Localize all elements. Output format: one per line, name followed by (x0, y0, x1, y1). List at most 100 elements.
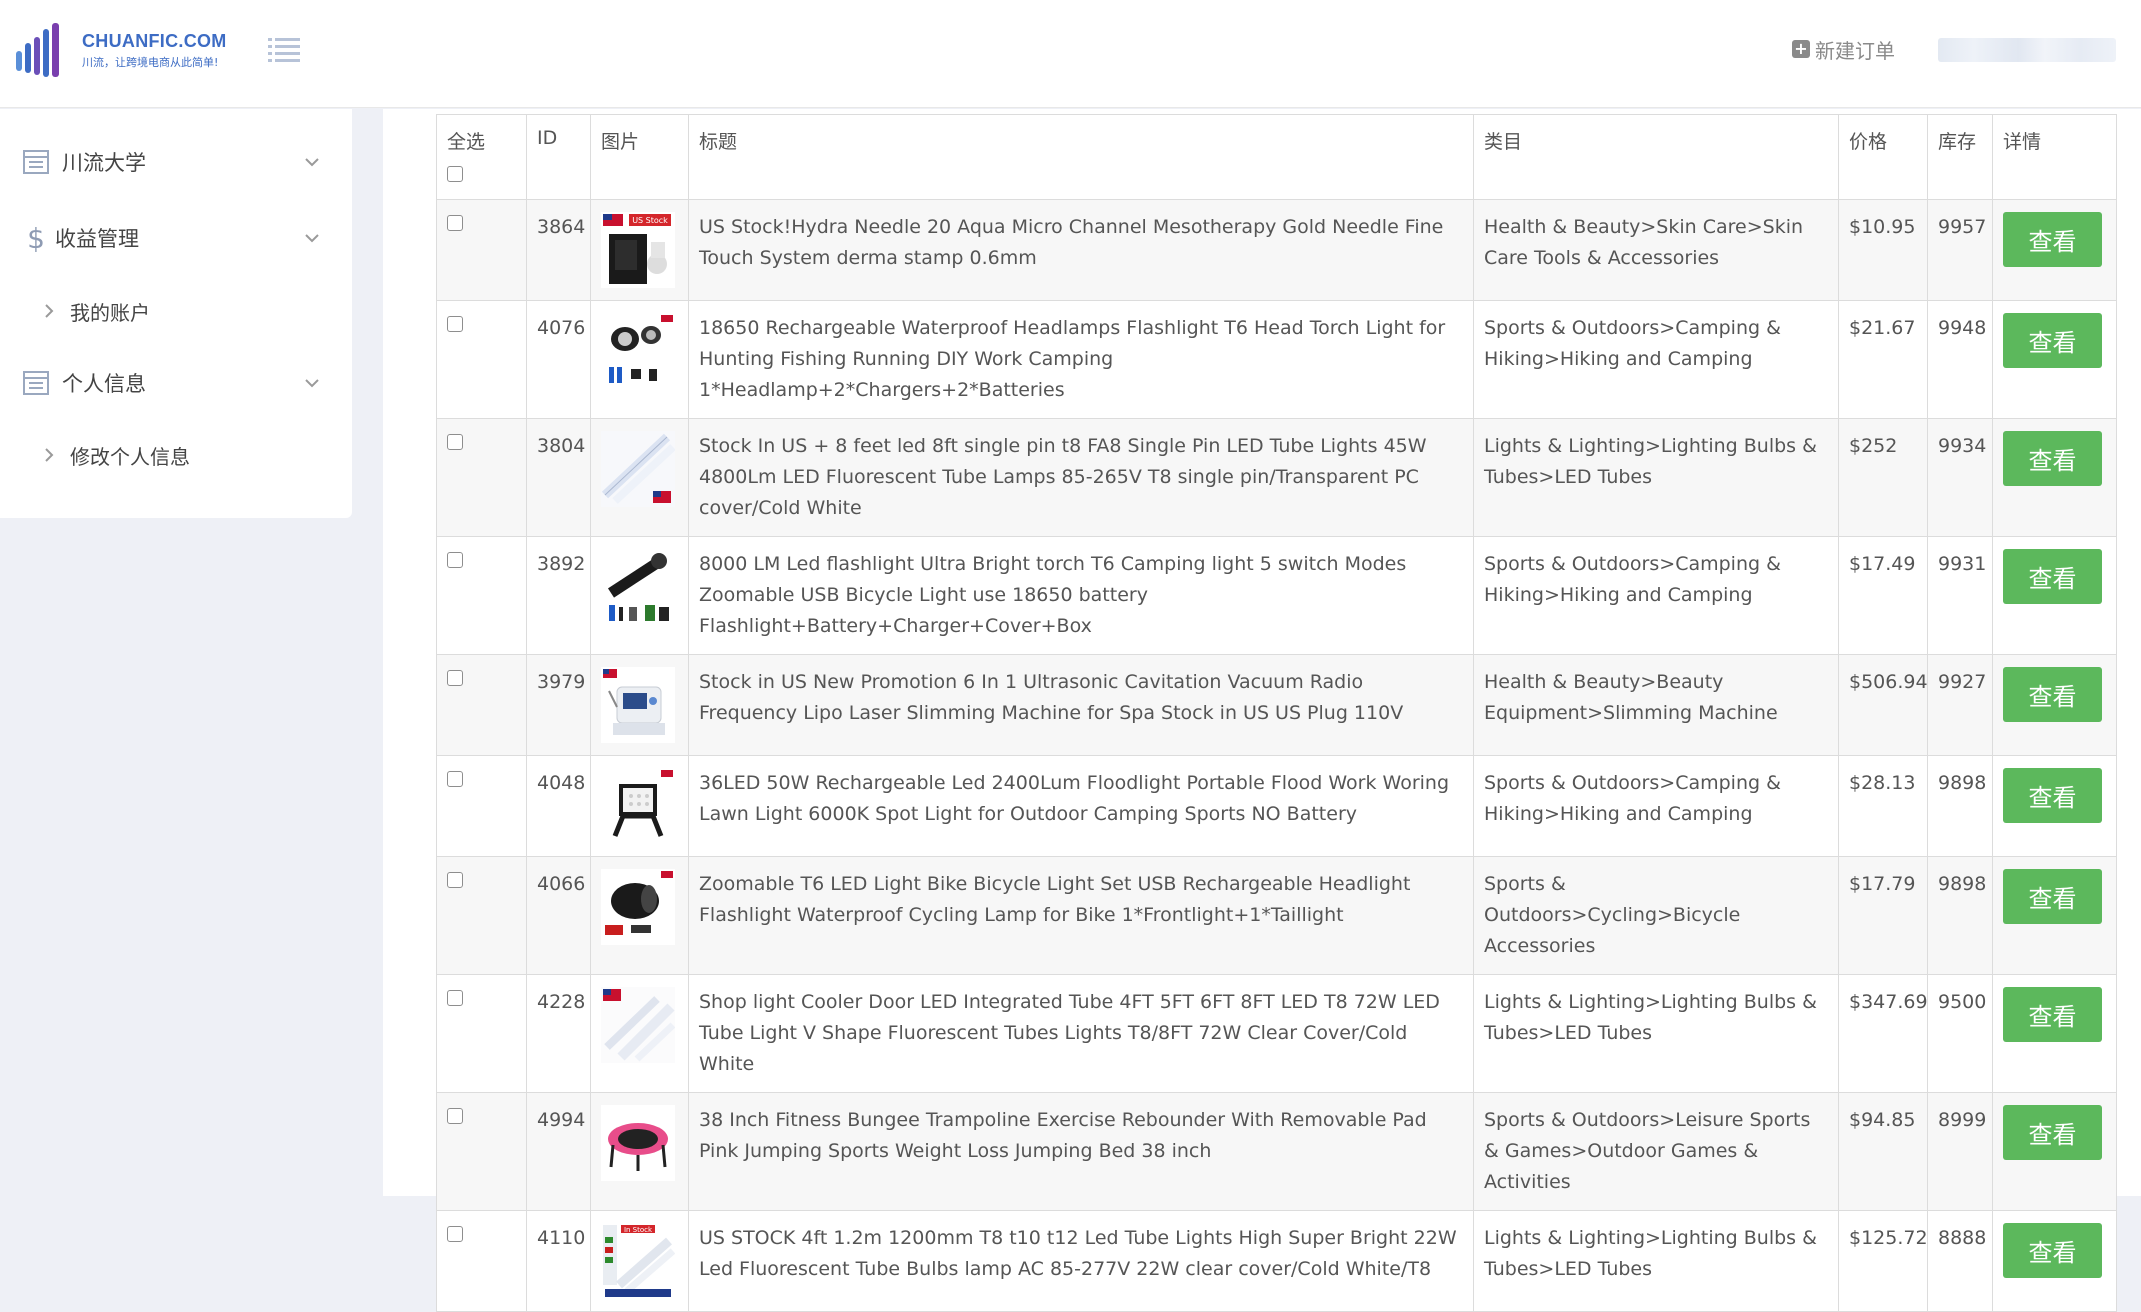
dollar-icon: $ (27, 224, 45, 252)
product-thumbnail-image[interactable] (601, 667, 675, 743)
new-order-label: 新建订单 (1815, 38, 1895, 63)
row-id: 3892 (526, 536, 591, 655)
row-title: Stock in US New Promotion 6 In 1 Ultraso… (688, 654, 1474, 756)
price-header: 价格 (1838, 114, 1928, 200)
row-stock: 9927 (1927, 654, 1993, 756)
sidebar-subitem-edit-profile[interactable]: 修改个人信息 (0, 430, 352, 480)
row-image-cell (590, 1092, 689, 1211)
sidebar-item-chuanliu-university[interactable]: 川流大学 (0, 132, 352, 192)
sidebar-subitem-label: 修改个人信息 (70, 444, 190, 469)
stock-header: 库存 (1927, 114, 1993, 200)
product-thumbnail-image[interactable]: US Stock (601, 212, 675, 288)
view-detail-button[interactable]: 查看 (2003, 212, 2102, 267)
product-thumbnail-image[interactable] (601, 1105, 675, 1181)
view-detail-button[interactable]: 查看 (2003, 1105, 2102, 1160)
row-category: Lights & Lighting>Lighting Bulbs & Tubes… (1473, 1210, 1839, 1312)
site-logo[interactable]: CHUANFIC.COM 川流，让跨境电商从此简单! (14, 20, 229, 80)
product-thumbnail-image[interactable] (601, 869, 675, 945)
product-thumbnail-image[interactable] (601, 549, 675, 625)
table-row: 4076 18650 Rechargeable Waterproof Headla… (436, 300, 2117, 419)
row-category: Sports & Outdoors>Camping & Hiking>Hikin… (1473, 300, 1839, 419)
row-price: $10.95 (1838, 199, 1928, 301)
product-thumbnail-image[interactable] (601, 313, 675, 389)
row-checkbox[interactable] (447, 1108, 463, 1124)
row-stock: 9898 (1927, 856, 1993, 975)
table-header-row: 全选 ID 图片 标题 类目 价格 库存 详情 (436, 114, 2117, 200)
row-id: 4076 (526, 300, 591, 419)
row-image-cell (590, 974, 689, 1093)
sidebar-item-label: 收益管理 (55, 227, 139, 251)
table-row: 4048 36LED 50W Rechargeable Led 2400Lum F… (436, 755, 2117, 857)
row-detail-cell: 查看 (1992, 755, 2117, 857)
main-content: 全选 ID 图片 标题 类目 价格 库存 详情 3864 US Stock US S… (383, 109, 2141, 1312)
row-image-cell (590, 755, 689, 857)
view-detail-button[interactable]: 查看 (2003, 549, 2102, 604)
row-stock: 9500 (1927, 974, 1993, 1093)
product-thumbnail-image[interactable] (601, 431, 675, 507)
row-category: Sports & Outdoors>Cycling>Bicycle Access… (1473, 856, 1839, 975)
row-select-cell (436, 199, 527, 301)
select-all-checkbox[interactable] (447, 166, 463, 182)
row-id: 3979 (526, 654, 591, 756)
menu-toggle-icon[interactable] (268, 36, 300, 62)
sidebar-subitem-my-account[interactable]: 我的账户 (0, 286, 352, 336)
row-detail-cell: 查看 (1992, 1092, 2117, 1211)
view-detail-button[interactable]: 查看 (2003, 313, 2102, 368)
product-thumbnail-image[interactable] (601, 768, 675, 844)
row-category: Health & Beauty>Beauty Equipment>Slimmin… (1473, 654, 1839, 756)
new-order-button[interactable]: + 新建订单 (1792, 34, 1895, 64)
row-title: US STOCK 4ft 1.2m 1200mm T8 t10 t12 Led … (688, 1210, 1474, 1312)
row-checkbox[interactable] (447, 215, 463, 231)
table-row: 4066 Zoomable T6 LED Light Bike Bicycle L… (436, 856, 2117, 975)
row-checkbox[interactable] (447, 990, 463, 1006)
row-detail-cell: 查看 (1992, 536, 2117, 655)
row-checkbox[interactable] (447, 434, 463, 450)
row-image-cell (590, 418, 689, 537)
row-price: $17.79 (1838, 856, 1928, 975)
product-thumbnail-image[interactable]: In Stock (601, 1223, 675, 1299)
logo-bars-icon (16, 23, 59, 77)
logo-name: CHUANFIC.COM (82, 30, 227, 51)
row-category: Sports & Outdoors>Camping & Hiking>Hikin… (1473, 536, 1839, 655)
row-stock: 9948 (1927, 300, 1993, 419)
svg-text:In Stock: In Stock (624, 1226, 653, 1234)
row-select-cell (436, 1210, 527, 1312)
row-id: 4228 (526, 974, 591, 1093)
row-id: 3804 (526, 418, 591, 537)
row-checkbox[interactable] (447, 670, 463, 686)
row-detail-cell: 查看 (1992, 1210, 2117, 1312)
row-stock: 9934 (1927, 418, 1993, 537)
row-checkbox[interactable] (447, 316, 463, 332)
row-id: 4110 (526, 1210, 591, 1312)
chevron-right-icon (45, 304, 54, 318)
row-select-cell (436, 856, 527, 975)
table-row: 3804 Stock In US + 8 feet led 8ft single … (436, 418, 2117, 537)
sidebar-item-personal-info[interactable]: 个人信息 (0, 353, 352, 413)
view-detail-button[interactable]: 查看 (2003, 987, 2102, 1042)
view-detail-button[interactable]: 查看 (2003, 667, 2102, 722)
row-title: Zoomable T6 LED Light Bike Bicycle Light… (688, 856, 1474, 975)
table-row: 3864 US Stock US Stock!Hydra Needle 20 Aqu… (436, 199, 2117, 301)
view-detail-button[interactable]: 查看 (2003, 869, 2102, 924)
row-id: 4066 (526, 856, 591, 975)
row-checkbox[interactable] (447, 1226, 463, 1242)
row-detail-cell: 查看 (1992, 974, 2117, 1093)
view-detail-button[interactable]: 查看 (2003, 431, 2102, 486)
user-account-blurred[interactable] (1938, 38, 2116, 62)
row-checkbox[interactable] (447, 552, 463, 568)
product-table: 全选 ID 图片 标题 类目 价格 库存 详情 3864 US Stock US S… (436, 114, 2117, 1312)
product-thumbnail-image[interactable] (601, 987, 675, 1063)
sidebar-item-earnings[interactable]: $ 收益管理 (0, 208, 352, 268)
row-checkbox[interactable] (447, 872, 463, 888)
chevron-down-icon (305, 234, 319, 243)
view-detail-button[interactable]: 查看 (2003, 1223, 2102, 1278)
row-image-cell: US Stock (590, 199, 689, 301)
row-checkbox[interactable] (447, 771, 463, 787)
detail-header: 详情 (1992, 114, 2117, 200)
row-price: $252 (1838, 418, 1928, 537)
sidebar-item-label: 个人信息 (62, 372, 146, 396)
row-stock: 9957 (1927, 199, 1993, 301)
sidebar-item-label: 川流大学 (62, 151, 146, 175)
view-detail-button[interactable]: 查看 (2003, 768, 2102, 823)
row-image-cell (590, 536, 689, 655)
